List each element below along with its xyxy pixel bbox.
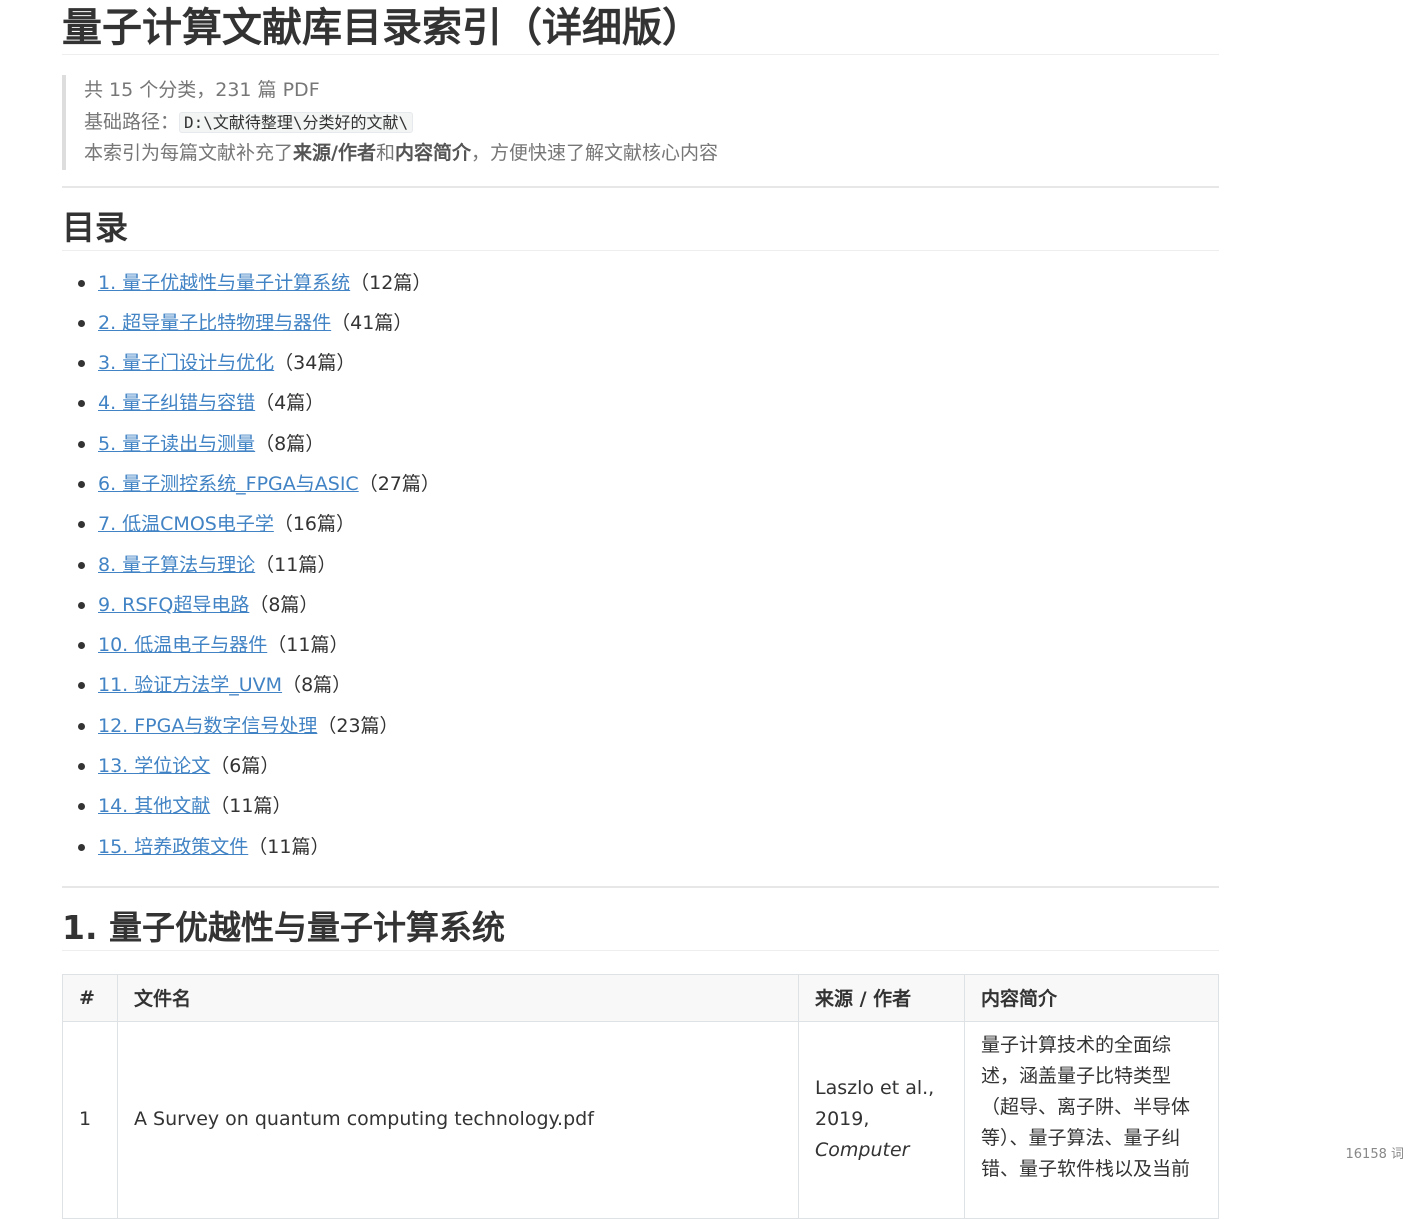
toc-count: （6篇） [210,755,279,777]
toc-link-2[interactable]: 2. 超导量子比特物理与器件 [98,312,331,334]
description-suffix: ，方便快速了解文献核心内容 [471,142,718,164]
toc-item: 14. 其他文献（11篇） [98,791,1219,831]
toc-count: （23篇） [317,715,398,737]
toc-item: 13. 学位论文（6篇） [98,751,1219,791]
col-header-filename: 文件名 [118,974,799,1021]
toc-item: 15. 培养政策文件（11篇） [98,832,1219,872]
toc-link-13[interactable]: 13. 学位论文 [98,755,210,777]
toc-item: 10. 低温电子与器件（11篇） [98,630,1219,670]
description-mid: 和 [376,142,395,164]
toc-item: 2. 超导量子比特物理与器件（41篇） [98,308,1219,348]
toc-count: （8篇） [282,674,351,696]
description-bold-summary: 内容简介 [395,142,471,164]
toc-item: 4. 量子纠错与容错（4篇） [98,388,1219,428]
path-label: 基础路径： [84,111,179,133]
toc-count: （34篇） [274,352,355,374]
page-title: 量子计算文献库目录索引（详细版） [62,2,1219,55]
toc-count: （11篇） [210,795,291,817]
toc-item: 7. 低温CMOS电子学（16篇） [98,509,1219,549]
toc-link-11[interactable]: 11. 验证方法学_UVM [98,674,282,696]
section-heading-1: 1. 量子优越性与量子计算系统 [62,906,1219,951]
toc-link-10[interactable]: 10. 低温电子与器件 [98,634,267,656]
description-prefix: 本索引为每篇文献补充了 [84,142,293,164]
summary-description-line: 本索引为每篇文献补充了来源/作者和内容简介，方便快速了解文献核心内容 [84,138,1219,170]
toc-count: （8篇） [249,594,318,616]
col-header-number: # [63,974,118,1021]
toc-heading: 目录 [62,206,1219,251]
toc-count: （41篇） [331,312,412,334]
toc-item: 3. 量子门设计与优化（34篇） [98,348,1219,388]
toc-link-1[interactable]: 1. 量子优越性与量子计算系统 [98,272,350,294]
word-count: 16158 词 [1344,1141,1407,1164]
toc-count: （16篇） [274,513,355,535]
toc-link-7[interactable]: 7. 低温CMOS电子学 [98,513,274,535]
divider-section [62,886,1219,888]
description-bold-source: 来源/作者 [293,142,376,164]
cell-filename: A Survey on quantum computing technology… [118,1021,799,1218]
toc-count: （4篇） [255,392,324,414]
toc-link-9[interactable]: 9. RSFQ超导电路 [98,594,249,616]
toc-count: （27篇） [359,473,440,495]
toc-link-4[interactable]: 4. 量子纠错与容错 [98,392,255,414]
toc-count: （12篇） [350,272,431,294]
col-header-summary: 内容简介 [965,974,1219,1021]
cell-source: Laszlo et al., 2019, Computer [799,1021,965,1218]
source-authors: Laszlo et al., 2019, [815,1077,934,1130]
path-code: D:\文献待整理\分类好的文献\ [179,112,413,133]
toc-link-5[interactable]: 5. 量子读出与测量 [98,433,255,455]
toc-item: 9. RSFQ超导电路（8篇） [98,590,1219,630]
toc-count: （11篇） [267,634,348,656]
source-venue: Computer [815,1139,909,1161]
toc-item: 12. FPGA与数字信号处理（23篇） [98,711,1219,751]
toc-link-12[interactable]: 12. FPGA与数字信号处理 [98,715,317,737]
summary-path-line: 基础路径：D:\文献待整理\分类好的文献\ [84,107,1219,139]
toc-link-8[interactable]: 8. 量子算法与理论 [98,554,255,576]
col-header-source: 来源 / 作者 [799,974,965,1021]
cell-summary: 量子计算技术的全面综述，涵盖量子比特类型（超导、离子阱、半导体等）、量子算法、量… [965,1021,1219,1218]
cell-number: 1 [63,1021,118,1218]
summary-count-line: 共 15 个分类，231 篇 PDF [84,75,1219,107]
toc-count: （11篇） [255,554,336,576]
toc-count: （11篇） [248,836,329,858]
toc-item: 6. 量子测控系统_FPGA与ASIC（27篇） [98,469,1219,509]
toc-link-15[interactable]: 15. 培养政策文件 [98,836,248,858]
toc-item: 11. 验证方法学_UVM（8篇） [98,670,1219,710]
table-row: 1 A Survey on quantum computing technolo… [63,1021,1219,1218]
summary-blockquote: 共 15 个分类，231 篇 PDF 基础路径：D:\文献待整理\分类好的文献\… [62,75,1219,170]
toc-link-14[interactable]: 14. 其他文献 [98,795,210,817]
toc-item: 1. 量子优越性与量子计算系统（12篇） [98,268,1219,308]
toc-list: 1. 量子优越性与量子计算系统（12篇） 2. 超导量子比特物理与器件（41篇）… [62,268,1219,872]
literature-table: # 文件名 来源 / 作者 内容简介 1 A Survey on quantum… [62,974,1219,1219]
toc-link-3[interactable]: 3. 量子门设计与优化 [98,352,274,374]
toc-link-6[interactable]: 6. 量子测控系统_FPGA与ASIC [98,473,359,495]
document-page: 量子计算文献库目录索引（详细版） 共 15 个分类，231 篇 PDF 基础路径… [62,0,1219,1219]
toc-item: 8. 量子算法与理论（11篇） [98,550,1219,590]
table-header-row: # 文件名 来源 / 作者 内容简介 [63,974,1219,1021]
divider-top [62,186,1219,188]
toc-item: 5. 量子读出与测量（8篇） [98,429,1219,469]
toc-count: （8篇） [255,433,324,455]
